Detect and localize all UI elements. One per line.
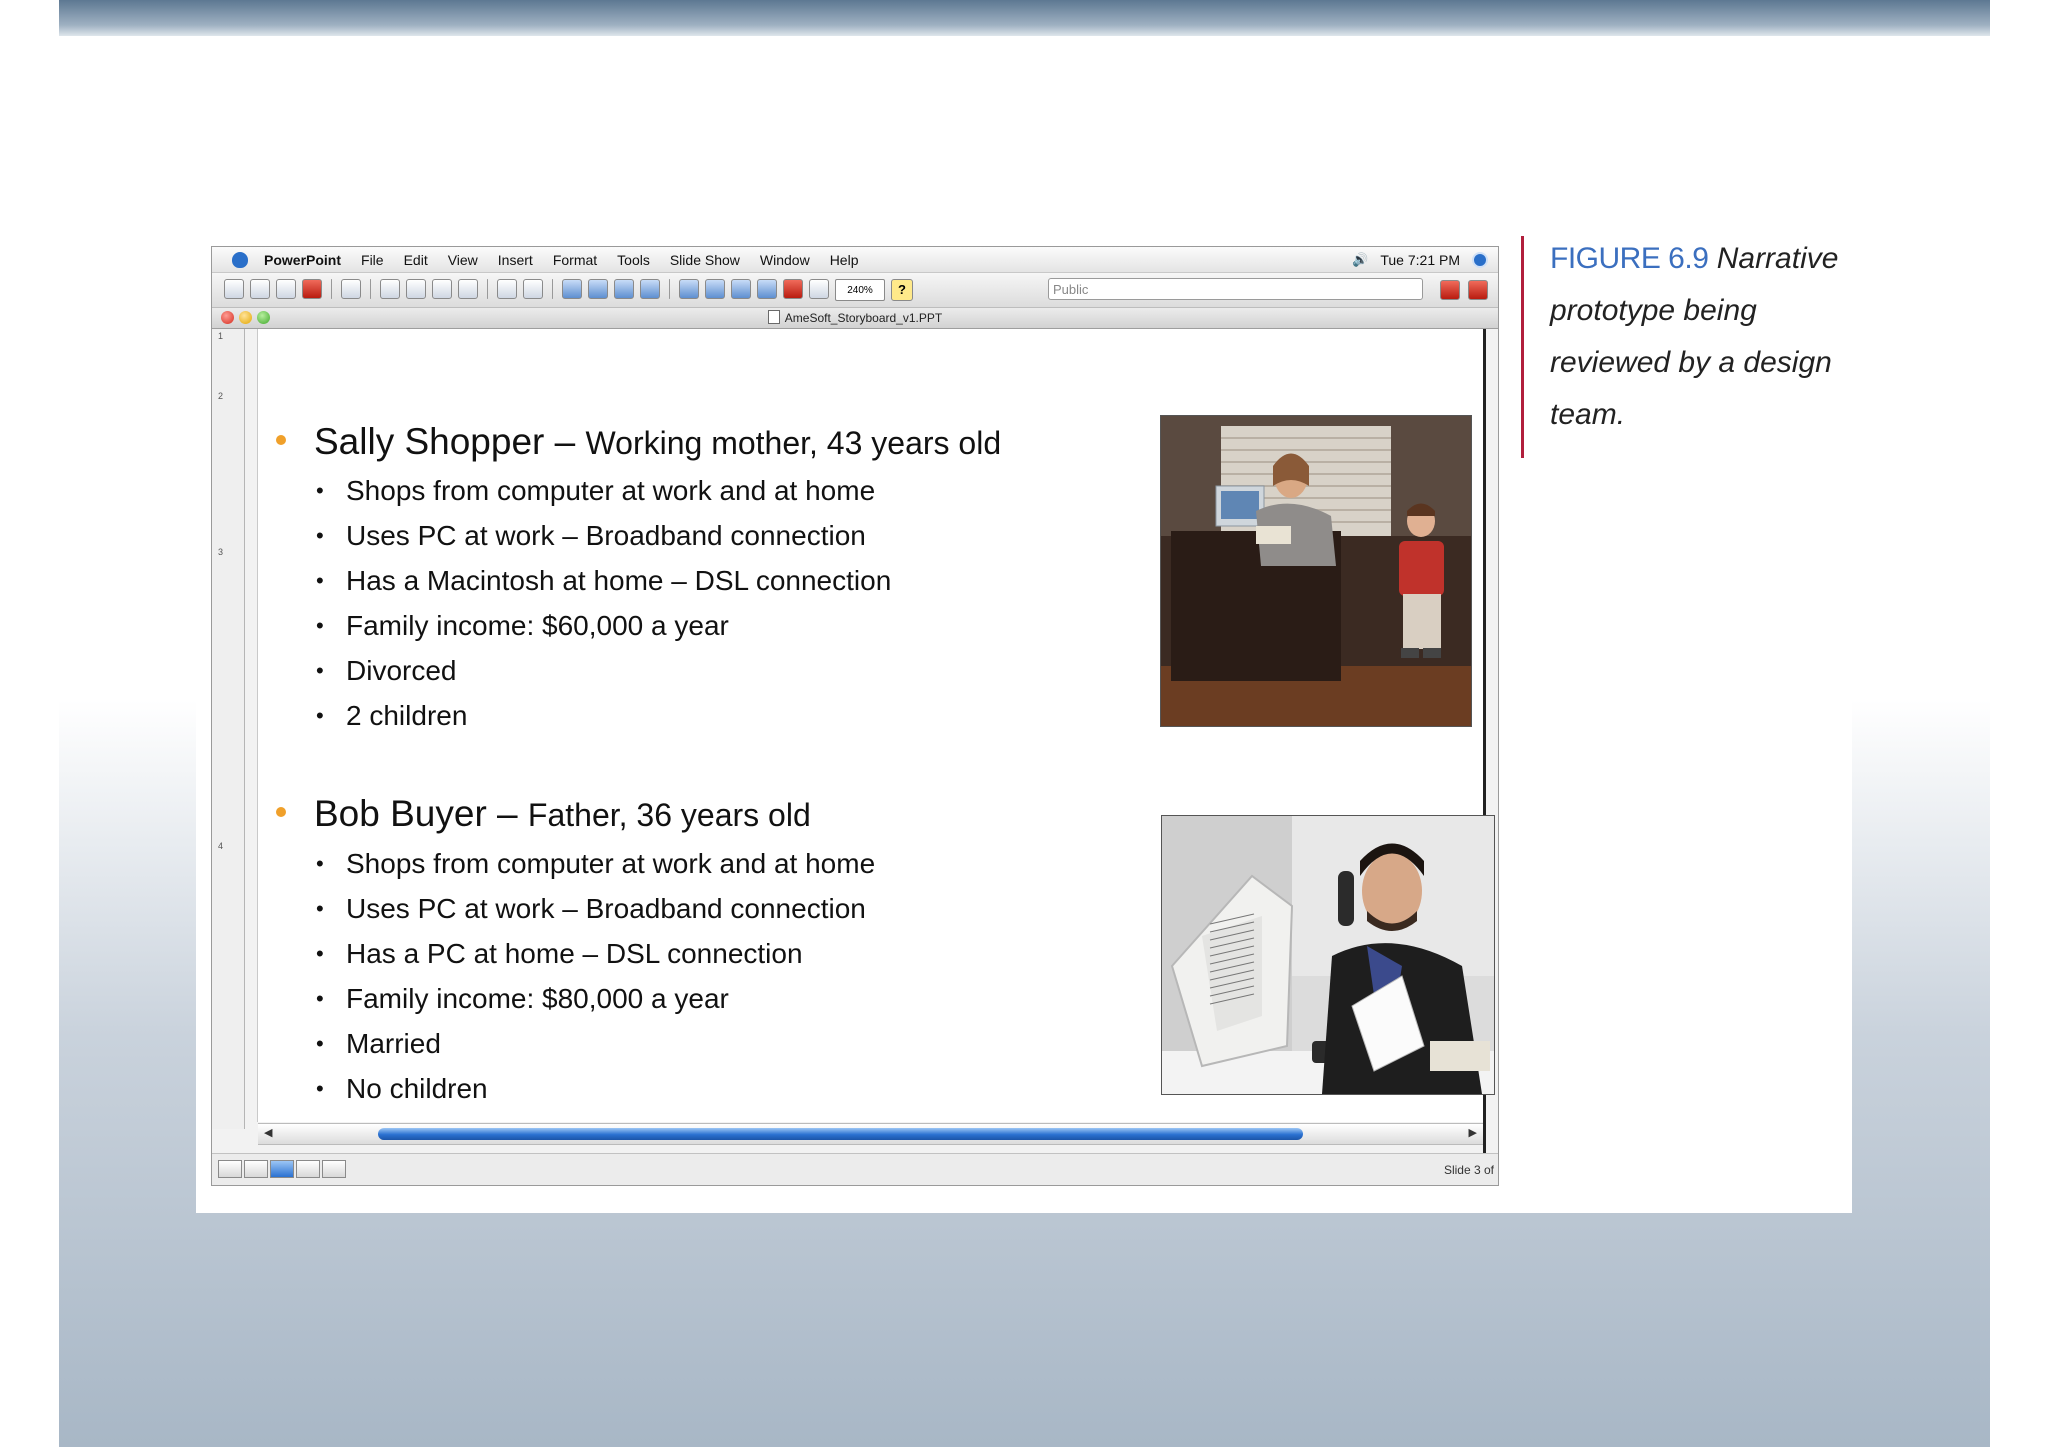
toolbar-separator [552, 279, 553, 299]
search-field[interactable]: Public [1048, 278, 1423, 300]
toolbox-icon[interactable] [783, 279, 803, 299]
menu-bar: PowerPoint File Edit View Insert Format … [212, 247, 1498, 273]
horizontal-scrollbar[interactable]: ◀ ▶ [258, 1123, 1483, 1145]
list-item: Divorced [316, 654, 891, 699]
slide-design-icon[interactable] [731, 279, 751, 299]
persona-title: Sally Shopper – Working mother, 43 years… [314, 421, 1002, 462]
list-item: Family income: $60,000 a year [316, 609, 891, 654]
standard-toolbar: 240% ? Public [212, 273, 1498, 308]
menu-app-name[interactable]: PowerPoint [260, 252, 351, 268]
ruler-mark[interactable]: 4 [218, 841, 223, 851]
menu-tools[interactable]: Tools [607, 252, 660, 268]
list-item: Family income: $80,000 a year [316, 982, 875, 1027]
outline-view-icon[interactable] [244, 1160, 268, 1178]
list-item: Uses PC at work – Broadband connection [316, 892, 875, 937]
scroll-thumb[interactable] [378, 1128, 1303, 1140]
figure-caption: FIGURE 6.9 Narrative prototype being rev… [1550, 233, 1850, 441]
menu-extras: 🔊 Tue 7:21 PM [1352, 247, 1488, 272]
pdf-icon[interactable] [1440, 280, 1460, 300]
open-icon[interactable] [250, 279, 270, 299]
menu-slide-show[interactable]: Slide Show [660, 252, 750, 268]
paste-icon[interactable] [432, 279, 452, 299]
menu-view[interactable]: View [438, 252, 488, 268]
menu-clock[interactable]: Tue 7:21 PM [1380, 252, 1460, 268]
slide-count: Slide 3 of [1443, 1163, 1494, 1177]
menu-help[interactable]: Help [820, 252, 869, 268]
scroll-left-icon[interactable]: ◀ [264, 1126, 272, 1139]
ruler-mark[interactable]: 2 [218, 391, 223, 401]
persona-title: Bob Buyer – Father, 36 years old [314, 793, 811, 834]
persona-bob-details: Shops from computer at work and at home … [316, 847, 875, 1117]
menu-insert[interactable]: Insert [488, 252, 543, 268]
persona-sally-details: Shops from computer at work and at home … [316, 474, 891, 744]
save-icon[interactable] [276, 279, 296, 299]
slide-show-view-icon[interactable] [322, 1160, 346, 1178]
slide-thumbnail-ruler: 1 2 3 4 [212, 329, 245, 1129]
toolbar-right [1440, 280, 1488, 300]
view-buttons [218, 1160, 346, 1178]
ruler-mark[interactable]: 1 [218, 331, 223, 341]
list-item: Shops from computer at work and at home [316, 847, 875, 892]
list-item: Has a PC at home – DSL connection [316, 937, 875, 982]
apple-menu-icon[interactable] [232, 251, 248, 268]
list-item: Shops from computer at work and at home [316, 474, 891, 519]
list-item: No children [316, 1072, 875, 1117]
menu-window[interactable]: Window [750, 252, 820, 268]
insert-table-icon[interactable] [588, 279, 608, 299]
toolbar-separator [370, 279, 371, 299]
bob-photo [1161, 815, 1495, 1095]
undo-icon[interactable] [497, 279, 517, 299]
organization-chart-icon[interactable] [757, 279, 777, 299]
insert-chart-icon[interactable] [614, 279, 634, 299]
sally-photo [1160, 415, 1472, 727]
slide-layout-icon[interactable] [705, 279, 725, 299]
normal-view-icon[interactable] [218, 1160, 242, 1178]
volume-icon[interactable]: 🔊 [1352, 252, 1368, 268]
print-icon[interactable] [341, 279, 361, 299]
document-title-text: AmeSoft_Storyboard_v1.PPT [784, 311, 943, 325]
page-top-band [59, 0, 1990, 36]
menu-file[interactable]: File [351, 252, 394, 268]
menu-format[interactable]: Format [543, 252, 607, 268]
list-item: 2 children [316, 699, 891, 744]
slide-view-icon[interactable] [270, 1160, 294, 1178]
menu-edit[interactable]: Edit [394, 252, 438, 268]
toolbar-separator [487, 279, 488, 299]
list-item: Has a Macintosh at home – DSL connection [316, 564, 891, 609]
list-item: Uses PC at work – Broadband connection [316, 519, 891, 564]
spotlight-icon[interactable] [1472, 251, 1488, 268]
insert-picture-icon[interactable] [640, 279, 660, 299]
flag-icon[interactable] [302, 279, 322, 299]
toolbar-buttons: 240% ? [224, 279, 913, 301]
zoom-select[interactable]: 240% [835, 279, 885, 301]
text-box-icon[interactable] [809, 279, 829, 299]
cut-icon[interactable] [380, 279, 400, 299]
photo-mother-child [1161, 416, 1471, 726]
scroll-right-icon[interactable]: ▶ [1469, 1126, 1477, 1139]
document-title-bar: AmeSoft_Storyboard_v1.PPT [212, 308, 1498, 329]
document-title: AmeSoft_Storyboard_v1.PPT [212, 310, 1498, 325]
help-icon[interactable]: ? [891, 279, 913, 301]
figure-label: FIGURE 6.9 [1550, 242, 1709, 275]
copy-icon[interactable] [406, 279, 426, 299]
ruler-mark[interactable]: 3 [218, 547, 223, 557]
caption-rule [1521, 236, 1524, 458]
document-icon [767, 310, 780, 324]
list-item: Married [316, 1027, 875, 1072]
insert-hyperlink-icon[interactable] [562, 279, 582, 299]
photo-man-on-phone [1162, 816, 1494, 1094]
toolbar-separator [669, 279, 670, 299]
redo-icon[interactable] [523, 279, 543, 299]
new-document-icon[interactable] [224, 279, 244, 299]
slide-sorter-view-icon[interactable] [296, 1160, 320, 1178]
status-bar: Slide 3 of [212, 1153, 1498, 1185]
format-painter-icon[interactable] [458, 279, 478, 299]
bullet-icon [276, 435, 286, 445]
new-slide-icon[interactable] [679, 279, 699, 299]
pdf-email-icon[interactable] [1468, 280, 1488, 300]
toolbar-separator [331, 279, 332, 299]
bullet-icon [276, 807, 286, 817]
